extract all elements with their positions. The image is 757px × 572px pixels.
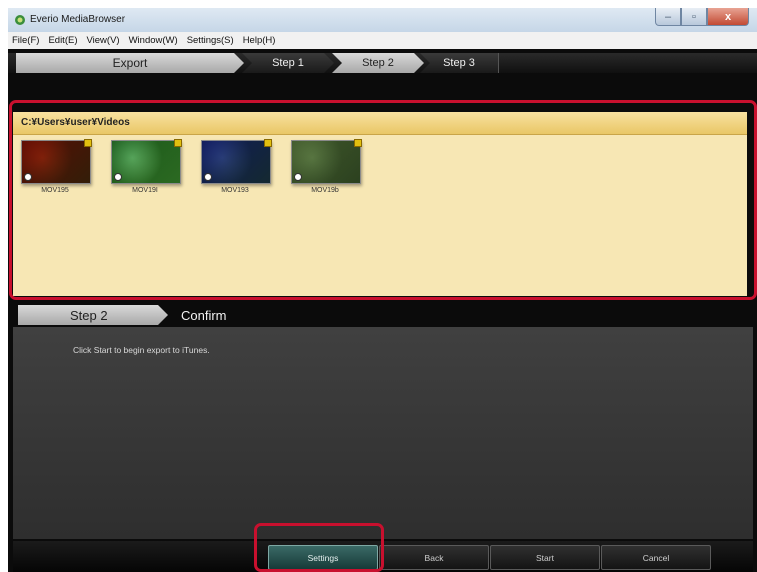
- instruction-text: Click Start to begin export to iTunes.: [73, 345, 210, 355]
- step-3-tab: Step 3: [420, 53, 499, 73]
- back-button[interactable]: Back: [379, 545, 489, 570]
- confirm-step-label: Step 2: [18, 305, 168, 325]
- minimize-icon: –: [664, 10, 672, 23]
- confirm-content: Click Start to begin export to iTunes.: [13, 327, 753, 539]
- folder-highlight-frame: [9, 100, 757, 300]
- menu-bar: File(F) Edit(E) View(V) Window(W) Settin…: [8, 32, 757, 49]
- close-button[interactable]: x: [707, 8, 749, 26]
- window-title: Everio MediaBrowser: [30, 14, 126, 25]
- confirm-header: Step 2 Confirm: [13, 305, 753, 325]
- step-2-tab: Step 2: [332, 53, 424, 73]
- cancel-button[interactable]: Cancel: [601, 545, 711, 570]
- menu-file[interactable]: File(F): [8, 32, 44, 49]
- step-1-tab: Step 1: [242, 53, 334, 73]
- settings-highlight-frame: [254, 523, 384, 572]
- minimize-button[interactable]: –: [655, 8, 681, 26]
- title-bar[interactable]: Everio MediaBrowser – ▫ x: [8, 8, 757, 32]
- confirm-title: Confirm: [181, 307, 227, 323]
- menu-view[interactable]: View(V): [83, 32, 125, 49]
- close-icon: x: [724, 10, 732, 23]
- step-breadcrumb: Export Step 1 Step 2 Step 3: [8, 53, 757, 73]
- menu-settings[interactable]: Settings(S): [183, 32, 239, 49]
- start-button[interactable]: Start: [490, 545, 600, 570]
- maximize-button[interactable]: ▫: [681, 8, 707, 26]
- export-label: Export: [16, 53, 244, 73]
- maximize-icon: ▫: [692, 10, 696, 23]
- menu-help[interactable]: Help(H): [239, 32, 281, 49]
- menu-window[interactable]: Window(W): [125, 32, 183, 49]
- app-icon: [15, 15, 25, 25]
- menu-edit[interactable]: Edit(E): [44, 32, 82, 49]
